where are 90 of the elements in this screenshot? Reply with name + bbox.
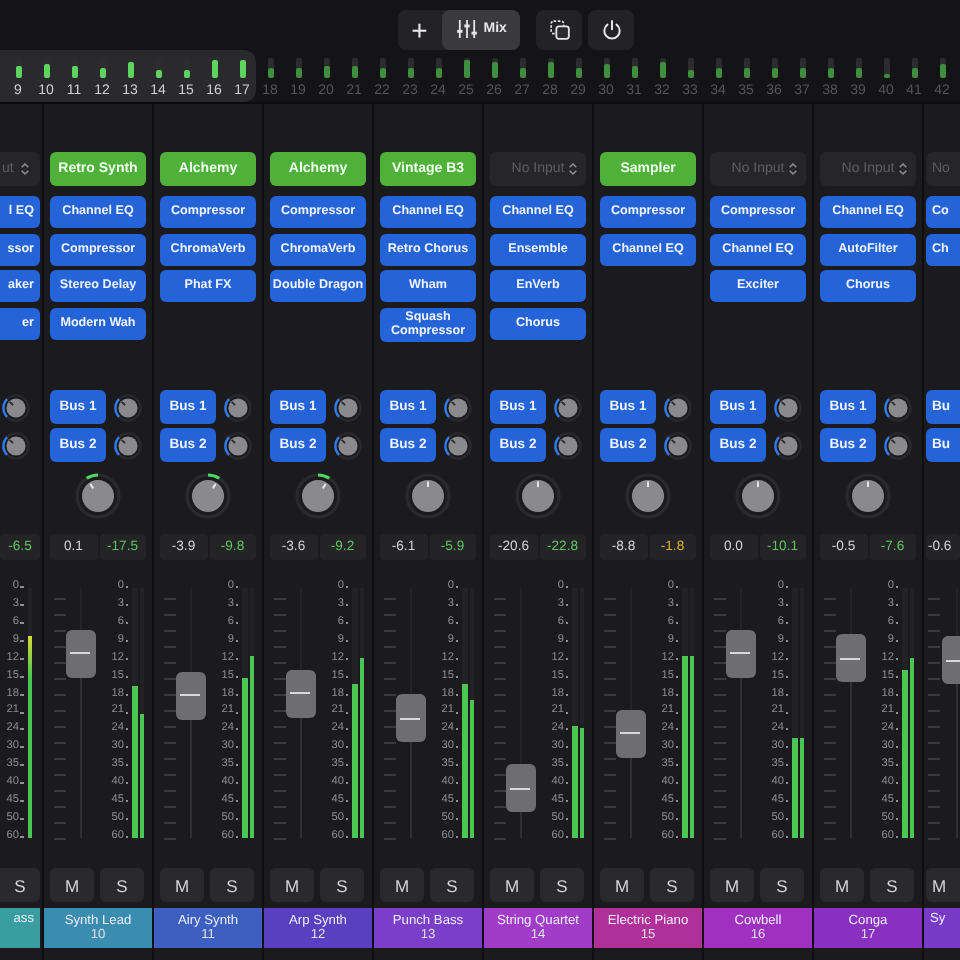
track-level-meter — [463, 58, 469, 78]
track-level-meter — [631, 58, 637, 78]
send-knob[interactable] — [884, 431, 912, 459]
pan-knob[interactable] — [294, 472, 342, 520]
send-knob[interactable] — [444, 393, 472, 421]
mute-button[interactable]: M — [926, 868, 960, 902]
add-button[interactable]: + — [397, 9, 442, 49]
updown-chevron-icon — [788, 162, 798, 176]
pan-knob[interactable] — [74, 472, 122, 520]
pan-knob[interactable] — [734, 472, 782, 520]
send-knob[interactable] — [334, 393, 362, 421]
mute-button[interactable]: M — [50, 868, 94, 902]
track-level-meter — [827, 58, 833, 78]
track-level-meter — [575, 58, 581, 78]
pan-knob[interactable] — [624, 472, 672, 520]
solo-button[interactable]: S — [430, 868, 474, 902]
solo-button[interactable]: S — [100, 868, 144, 902]
send-knob[interactable] — [224, 393, 252, 421]
send-knob[interactable] — [884, 393, 912, 421]
solo-button[interactable]: S — [760, 868, 804, 902]
track-level-meter — [603, 58, 609, 78]
track-level-meter — [799, 58, 805, 78]
track-level-meter — [715, 58, 721, 78]
send-knob[interactable] — [664, 393, 692, 421]
fader-handle[interactable] — [395, 694, 425, 742]
send-knob[interactable] — [114, 431, 142, 459]
send-knob[interactable] — [774, 431, 802, 459]
solo-button[interactable]: S — [650, 868, 694, 902]
mixer-icon — [455, 20, 478, 38]
track-level-meter — [211, 58, 217, 78]
send-knob[interactable] — [774, 393, 802, 421]
updown-chevron-icon — [19, 162, 30, 176]
send-knob[interactable] — [334, 431, 362, 459]
mute-button[interactable]: M — [270, 868, 314, 902]
track-level-meter — [771, 58, 777, 78]
fader-handle[interactable] — [175, 671, 205, 720]
send-knob[interactable] — [444, 431, 472, 459]
fader-handle[interactable] — [505, 764, 535, 812]
mute-button[interactable]: M — [820, 868, 864, 902]
track-level-meter — [687, 58, 693, 78]
track-level-meter — [435, 58, 441, 78]
send-knob[interactable] — [2, 431, 30, 459]
fader-handle[interactable] — [725, 629, 755, 677]
fader-handle[interactable] — [285, 669, 315, 717]
track-level-meter — [323, 58, 329, 78]
solo-button[interactable]: S — [210, 868, 254, 902]
solo-button[interactable]: S — [540, 868, 584, 902]
fader-handle[interactable] — [835, 634, 865, 682]
copy-button[interactable] — [536, 9, 583, 49]
updown-chevron-icon — [568, 162, 578, 176]
pan-knob[interactable] — [514, 472, 562, 520]
track-level-meter — [939, 58, 945, 78]
send-knob[interactable] — [664, 431, 692, 459]
send-knob[interactable] — [224, 431, 252, 459]
mute-button[interactable]: M — [710, 868, 754, 902]
solo-button[interactable]: S — [870, 868, 914, 902]
power-button[interactable] — [588, 9, 635, 49]
track-level-meter — [267, 58, 273, 78]
track-level-meter — [379, 58, 385, 78]
track-level-meter — [659, 58, 665, 78]
fader-handle[interactable] — [65, 629, 95, 677]
power-icon — [601, 19, 622, 39]
track-level-meter — [855, 58, 861, 78]
send-knob[interactable] — [554, 393, 582, 421]
track-level-meter — [491, 58, 497, 78]
track-level-meter — [911, 58, 917, 78]
pan-knob[interactable] — [844, 472, 892, 520]
mute-button[interactable]: M — [490, 868, 534, 902]
track-level-meter — [239, 58, 245, 78]
updown-chevron-icon — [898, 162, 908, 176]
track-level-meter — [547, 58, 553, 78]
mute-button[interactable]: M — [600, 868, 644, 902]
track-level-meter — [519, 58, 525, 78]
track-level-meter — [743, 58, 749, 78]
solo-button[interactable]: S — [0, 868, 40, 902]
mute-button[interactable]: M — [160, 868, 204, 902]
solo-button[interactable]: S — [320, 868, 364, 902]
send-knob[interactable] — [554, 431, 582, 459]
copy-icon — [549, 19, 570, 39]
track-level-meter — [127, 58, 133, 78]
track-level-meter — [43, 58, 49, 78]
track-level-meter — [351, 58, 357, 78]
send-knob[interactable] — [114, 393, 142, 421]
pan-knob[interactable] — [404, 472, 452, 520]
pan-knob[interactable] — [184, 472, 232, 520]
send-knob[interactable] — [2, 393, 30, 421]
track-level-meter — [295, 58, 301, 78]
mute-button[interactable]: M — [380, 868, 424, 902]
fader-handle[interactable] — [615, 709, 645, 757]
track-level-meter — [407, 58, 413, 78]
